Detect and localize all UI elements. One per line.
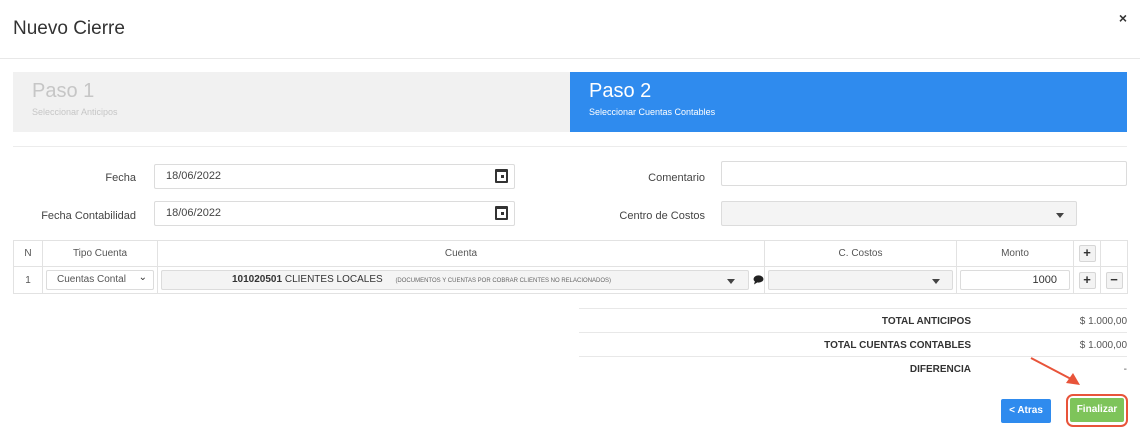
fecha-contabilidad-value: 18/06/2022 — [166, 207, 222, 219]
chevron-down-icon — [932, 279, 940, 284]
comentario-input[interactable] — [721, 161, 1127, 186]
total-cuentas-label: TOTAL CUENTAS CONTABLES — [824, 340, 971, 351]
c-costos-select[interactable] — [768, 270, 953, 290]
diferencia-label: DIFERENCIA — [909, 364, 971, 375]
chevron-down-icon: ⌄ — [138, 272, 147, 283]
monto-value: 1000 — [1032, 274, 1057, 286]
calendar-icon[interactable] — [495, 169, 508, 183]
step-2-subtitle: Seleccionar Cuentas Contables — [589, 107, 716, 117]
cuenta-name: CLIENTES LOCALES — [284, 274, 383, 285]
chevron-down-icon — [727, 279, 735, 284]
finish-button[interactable]: Finalizar — [1070, 398, 1124, 422]
remove-line-button[interactable]: − — [1105, 271, 1123, 289]
fecha-contabilidad-label: Fecha Contabilidad — [41, 210, 136, 222]
total-anticipos-value: $ 1.000,00 — [1079, 316, 1127, 327]
step-1-subtitle: Seleccionar Anticipos — [32, 107, 118, 117]
header-tipo-cuenta: Tipo Cuenta — [42, 240, 158, 267]
step-2-title: Paso 2 — [589, 80, 652, 102]
table-row: 1 Cuentas Contal ⌄ 101020501 CLIENTES LO… — [13, 266, 1128, 294]
header-monto: Monto — [956, 240, 1074, 267]
header-c-costos: C. Costos — [764, 240, 957, 267]
monto-input[interactable]: 1000 — [960, 270, 1070, 290]
total-cuentas-value: $ 1.000,00 — [1079, 340, 1127, 351]
comentario-label: Comentario — [648, 172, 705, 184]
cuenta-code: 101020501 — [232, 274, 283, 285]
modal-title: Nuevo Cierre — [13, 18, 125, 39]
step-2[interactable]: Paso 2 Seleccionar Cuentas Contables — [570, 72, 1127, 132]
calendar-icon[interactable] — [495, 206, 508, 220]
cuenta-select[interactable]: 101020501 CLIENTES LOCALES (DOCUMENTOS Y… — [161, 270, 749, 290]
total-anticipos-label: TOTAL ANTICIPOS — [881, 316, 971, 327]
cuenta-description: (DOCUMENTOS Y CUENTAS POR COBRAR CLIENTE… — [395, 278, 612, 284]
tipo-cuenta-select[interactable]: Cuentas Contal ⌄ — [46, 270, 154, 290]
chevron-down-icon — [1056, 213, 1064, 218]
step-1[interactable]: Paso 1 Seleccionar Anticipos — [13, 72, 570, 132]
centro-costos-label: Centro de Costos — [619, 210, 705, 222]
annotation-arrow-icon — [1030, 357, 1080, 385]
table-header-row: N Tipo Cuenta Cuenta C. Costos Monto + — [13, 240, 1128, 267]
add-row-button[interactable]: + — [1078, 245, 1096, 262]
total-anticipos-row: TOTAL ANTICIPOS $ 1.000,00 — [579, 308, 1127, 332]
comment-icon[interactable] — [753, 275, 764, 285]
centro-costos-select[interactable] — [721, 201, 1077, 226]
steps-divider — [13, 146, 1127, 147]
step-1-title: Paso 1 — [32, 80, 95, 102]
tipo-cuenta-value: Cuentas Contal — [57, 274, 126, 285]
header-n: N — [13, 240, 43, 267]
cuentas-table: N Tipo Cuenta Cuenta C. Costos Monto + 1… — [13, 240, 1128, 294]
diferencia-value: - — [1123, 364, 1127, 375]
close-icon[interactable]: × — [1119, 10, 1127, 26]
header-cuenta: Cuenta — [157, 240, 765, 267]
fecha-label: Fecha — [105, 172, 136, 184]
fecha-value: 18/06/2022 — [166, 170, 222, 182]
fecha-contabilidad-field[interactable]: 18/06/2022 — [154, 201, 515, 226]
total-cuentas-row: TOTAL CUENTAS CONTABLES $ 1.000,00 — [579, 332, 1127, 356]
fecha-field[interactable]: 18/06/2022 — [154, 164, 515, 189]
add-line-button[interactable]: + — [1078, 271, 1096, 289]
header-divider — [0, 58, 1140, 59]
back-button[interactable]: < Atras — [1001, 399, 1051, 423]
row-number: 1 — [13, 266, 43, 294]
